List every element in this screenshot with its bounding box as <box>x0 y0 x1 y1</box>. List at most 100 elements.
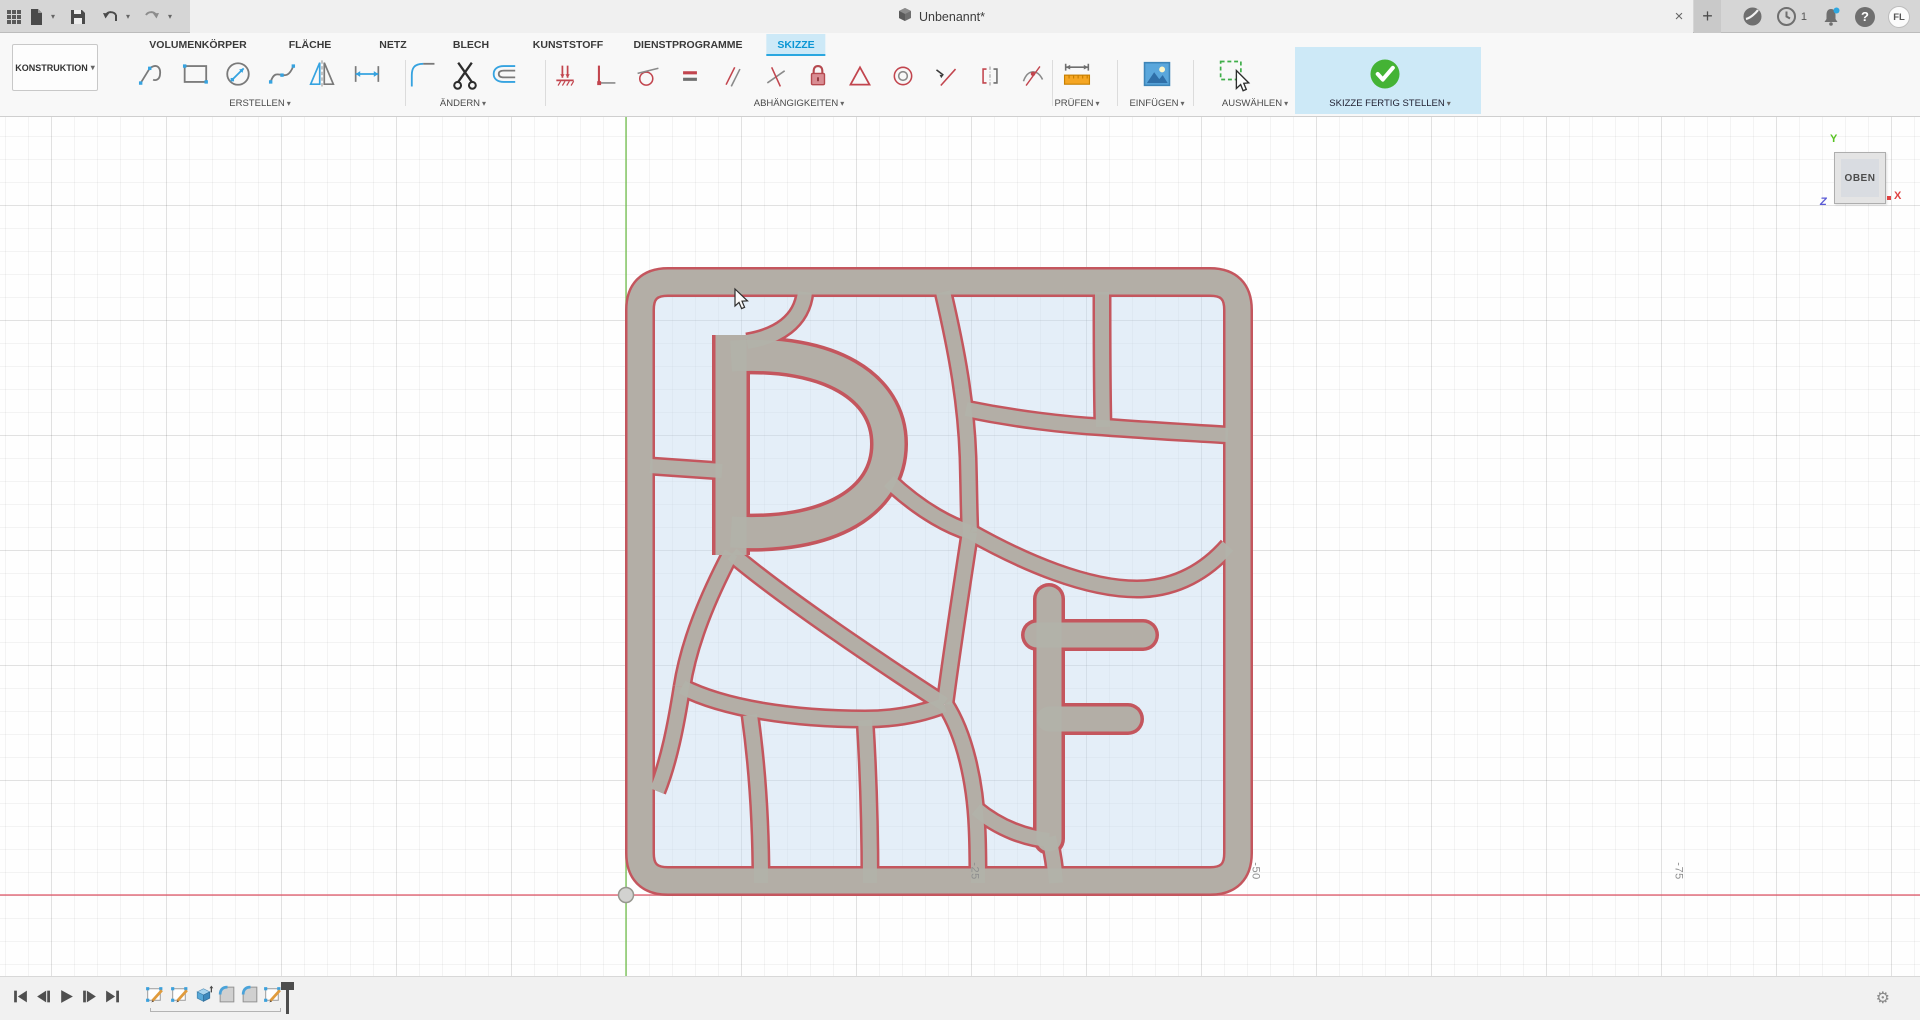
tangent-constraint-icon[interactable] <box>635 63 661 94</box>
gear-icon[interactable]: ⚙ <box>1876 988 1890 1008</box>
caret-icon: ▾ <box>287 99 291 108</box>
file-menu-icon[interactable] <box>29 0 44 33</box>
extensions-icon[interactable] <box>1742 0 1763 33</box>
tab-netz[interactable]: NETZ <box>368 34 417 56</box>
insert-image-tool-icon[interactable] <box>1140 57 1174 96</box>
viewcube-face-top[interactable]: OBEN <box>1834 152 1886 204</box>
tab-dienstprogramme[interactable]: DIENSTPROGRAMME <box>622 34 753 56</box>
finish-sketch-check-icon[interactable] <box>1366 55 1404 98</box>
circle-tool-icon[interactable] <box>221 57 255 96</box>
model-canvas[interactable]: -25 -50 -75 Y OBEN X Z <box>0 117 1920 976</box>
ruler-label: -25 <box>969 862 981 879</box>
group-label-aendern[interactable]: ÄNDERN▾ <box>440 98 486 109</box>
caret-icon: ▾ <box>840 99 844 108</box>
titlebar: ▾ ▾ ▾ Unbenannt* × + <box>0 0 1920 33</box>
trim-tool-icon[interactable] <box>448 57 482 96</box>
tab-volumenkoerper[interactable]: VOLUMENKÖRPER <box>138 34 257 56</box>
line-tool-icon[interactable] <box>135 57 169 96</box>
help-icon[interactable]: ? <box>1855 7 1875 27</box>
timeline-sketch-feature[interactable] <box>144 984 165 1010</box>
job-count-badge: 1 <box>1801 11 1807 23</box>
sketch-profile-body[interactable] <box>626 268 1252 895</box>
close-document-icon[interactable]: × <box>1666 0 1692 33</box>
caret-icon: ▾ <box>1096 99 1100 108</box>
equal-constraint-icon[interactable] <box>677 63 703 94</box>
offset-tool-icon[interactable] <box>488 57 522 96</box>
undo-caret-icon[interactable]: ▾ <box>126 13 130 21</box>
fusion-window: ▾ ▾ ▾ Unbenannt* × + <box>0 0 1920 1020</box>
group-label-auswaehlen[interactable]: AUSWÄHLEN▾ <box>1222 98 1288 109</box>
fix-lock-constraint-icon[interactable] <box>805 63 831 94</box>
select-tool-icon[interactable] <box>1215 57 1251 98</box>
mirror-tool-icon[interactable] <box>305 57 339 96</box>
sketch-scene-svg <box>0 117 1920 976</box>
midpoint-constraint-icon[interactable] <box>933 63 959 94</box>
tab-blech[interactable]: BLECH <box>442 34 500 56</box>
user-avatar[interactable]: FL <box>1888 6 1910 28</box>
konstruktion-label: KONSTRUKTION <box>15 63 88 73</box>
caret-icon: ▾ <box>482 99 486 108</box>
group-label-finish-sketch[interactable]: SKIZZE FERTIG STELLEN▾ <box>1329 98 1450 109</box>
group-label-erstellen[interactable]: ERSTELLEN▾ <box>229 98 290 109</box>
timeline-group-bracket <box>150 1008 281 1012</box>
app-grid-icon[interactable] <box>6 0 22 33</box>
tab-skizze[interactable]: SKIZZE <box>766 34 825 56</box>
timeline-extrude-feature[interactable] <box>193 984 214 1010</box>
timeline-fillet-feature[interactable] <box>217 984 238 1010</box>
timeline-bar: ⚙ <box>0 976 1920 1020</box>
save-icon[interactable] <box>70 0 86 33</box>
ruler-label: -75 <box>1673 862 1685 879</box>
document-tab[interactable]: Unbenannt* <box>190 0 1693 33</box>
group-label-text: AUSWÄHLEN <box>1222 98 1282 109</box>
symmetry-constraint-icon[interactable] <box>977 63 1003 94</box>
notifications-bell-icon[interactable] <box>1820 0 1842 33</box>
fillet-tool-icon[interactable] <box>405 57 439 96</box>
file-menu-caret-icon[interactable]: ▾ <box>51 13 55 21</box>
viewcube-y-axis-label: Y <box>1830 133 1837 145</box>
group-label-text: SKIZZE FERTIG STELLEN <box>1329 98 1444 109</box>
timeline-play-button[interactable] <box>58 988 75 1010</box>
job-status-clock-icon[interactable] <box>1776 0 1797 33</box>
group-label-text: EINFÜGEN <box>1129 98 1178 109</box>
timeline-go-end-button[interactable] <box>104 988 121 1010</box>
mouse-cursor <box>735 289 748 309</box>
parallel-constraint-icon[interactable] <box>720 63 746 94</box>
group-label-abhaengigkeiten[interactable]: ABHÄNGIGKEITEN▾ <box>754 98 844 109</box>
toolbar-divider <box>545 60 546 106</box>
timeline-step-forward-button[interactable] <box>81 988 98 1010</box>
tab-flaeche[interactable]: FLÄCHE <box>278 34 343 56</box>
spline-tool-icon[interactable] <box>265 57 299 96</box>
concentric-constraint-icon[interactable] <box>890 63 916 94</box>
vertical-horizontal-constraint-icon[interactable] <box>592 63 618 94</box>
perpendicular-constraint-icon[interactable] <box>763 63 789 94</box>
group-label-einfuegen[interactable]: EINFÜGEN▾ <box>1129 98 1184 109</box>
rectangle-tool-icon[interactable] <box>179 57 213 96</box>
viewcube-x-arrow-icon <box>1887 196 1891 200</box>
viewcube: Y OBEN X Z <box>1818 133 1910 213</box>
body-web-gray <box>640 282 1238 883</box>
new-tab-button[interactable]: + <box>1694 0 1721 33</box>
tab-kunststoff[interactable]: KUNSTSTOFF <box>522 34 614 56</box>
undo-icon[interactable] <box>101 0 119 33</box>
caret-icon: ▾ <box>1447 99 1451 108</box>
redo-caret-icon[interactable]: ▾ <box>168 13 172 21</box>
timeline-position-marker[interactable] <box>281 982 294 1014</box>
origin-marker[interactable] <box>619 888 634 903</box>
konstruktion-caret-icon: ▾ <box>91 64 95 72</box>
toolbar-divider <box>1193 60 1194 106</box>
triangle-constraint-icon[interactable] <box>847 63 873 94</box>
timeline-step-back-button[interactable] <box>35 988 52 1010</box>
dimension-tool-icon[interactable] <box>350 57 384 96</box>
coincident-constraint-icon[interactable] <box>552 63 578 94</box>
curvature-constraint-icon[interactable] <box>1020 63 1046 94</box>
group-label-pruefen[interactable]: PRÜFEN▾ <box>1054 98 1099 109</box>
timeline-go-start-button[interactable] <box>12 988 29 1010</box>
timeline-fillet-feature[interactable] <box>240 984 261 1010</box>
measure-tool-icon[interactable] <box>1060 57 1094 96</box>
konstruktion-dropdown[interactable]: KONSTRUKTION ▾ <box>12 44 98 91</box>
document-title: Unbenannt* <box>919 10 985 24</box>
toolbar-divider <box>1117 60 1118 106</box>
redo-icon[interactable] <box>143 0 161 33</box>
timeline-active-sketch-feature[interactable] <box>262 984 283 1010</box>
timeline-sketch-feature[interactable] <box>169 984 190 1010</box>
